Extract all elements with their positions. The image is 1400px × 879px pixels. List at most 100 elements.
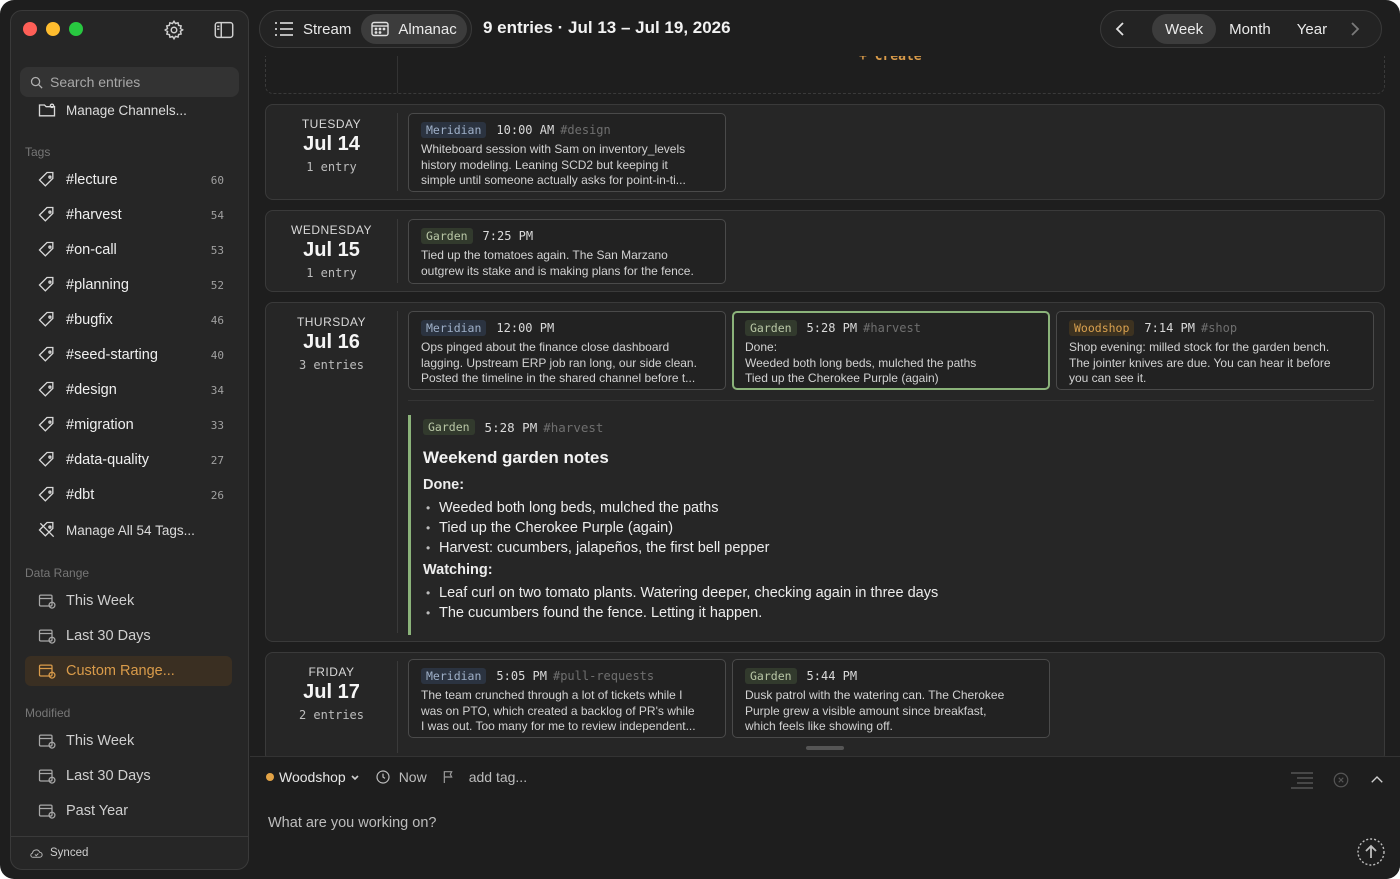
chevron-down-icon[interactable]	[349, 772, 361, 782]
entry-card-selected[interactable]: Garden 5:28 PM #harvest Done: Weeded both lo…	[732, 311, 1050, 390]
sidebar-item-tag[interactable]: #harvest 54	[25, 200, 234, 230]
channel-chip[interactable]: Garden	[421, 227, 473, 244]
entry-card[interactable]: Garden 5:44 PM Dusk patrol with the wateri…	[732, 659, 1050, 738]
channel-selector[interactable]: Woodshop	[279, 769, 346, 785]
channel-chip[interactable]: Meridian	[421, 121, 487, 138]
day-header: THURSDAY Jul 16 3 entries	[266, 303, 397, 372]
entry-tag[interactable]: #harvest	[863, 321, 921, 335]
manage-channels-label: Manage Channels...	[66, 102, 187, 118]
watching-list: Leaf curl on two tomato plants. Watering…	[423, 583, 1370, 623]
gear-icon[interactable]	[163, 19, 185, 41]
tab-year[interactable]: Year	[1284, 14, 1340, 44]
channel-chip[interactable]: Woodshop	[1069, 319, 1135, 336]
search-input[interactable]: Search entries	[20, 67, 239, 97]
entry-card[interactable]: Meridian 5:05 PM #pull-requests The team cr…	[408, 659, 726, 738]
day-divider	[397, 661, 398, 753]
expanded-entry: Garden 5:28 PM #harvest Weekend garden n…	[408, 415, 1370, 635]
tag-icon	[38, 486, 54, 502]
sidebar-item-tag[interactable]: #seed-starting 40	[25, 340, 234, 370]
minimize-window-button[interactable]	[46, 22, 60, 36]
day-header: TUESDAY Jul 14 1 entry	[266, 105, 397, 174]
time-selector[interactable]: Now	[399, 769, 427, 785]
sidebar-item-date-range[interactable]: Last 30 Days	[25, 621, 234, 651]
sidebar-item-tag[interactable]: #bugfix 46	[25, 305, 234, 335]
sidebar-item-date-range[interactable]: Custom Range...	[25, 656, 232, 686]
chevron-up-icon[interactable]	[1368, 771, 1386, 789]
sidebar-item-tag[interactable]: #dbt 26	[25, 480, 234, 510]
tag-label: #dbt	[66, 487, 95, 503]
entry-preview: Dusk patrol with the watering can. The C…	[745, 688, 1037, 735]
clear-icon[interactable]	[1332, 771, 1350, 789]
calendar-edit-icon	[38, 769, 56, 784]
tab-almanac[interactable]: Almanac	[361, 14, 467, 44]
tag-count: 46	[210, 313, 224, 327]
next-period-button[interactable]	[1340, 14, 1379, 44]
entry-tag[interactable]: #harvest	[543, 420, 603, 435]
create-button[interactable]: + Create	[859, 56, 922, 64]
entry-tag[interactable]: #pull-requests	[553, 669, 654, 683]
previous-period-button[interactable]	[1105, 14, 1144, 44]
entry-time: 10:00 AM	[496, 122, 555, 137]
tag-count: 33	[210, 418, 224, 432]
sidebar-item-tag[interactable]: #data-quality 27	[25, 445, 234, 475]
day-divider	[397, 311, 398, 633]
entry-tag[interactable]: #shop	[1201, 321, 1237, 335]
date-range-label: This Week	[66, 593, 135, 609]
manage-tags-item[interactable]: Manage All 54 Tags...	[25, 515, 234, 545]
sidebar-item-tag[interactable]: #lecture 60	[25, 165, 234, 195]
date-range-label: Last 30 Days	[66, 628, 151, 644]
tag-icon	[38, 381, 54, 397]
channel-chip[interactable]: Meridian	[421, 319, 487, 336]
toolbar: Stream Almanac 9 entries · Jul 13 – Jul …	[250, 0, 1400, 56]
sidebar-item-tag[interactable]: #design 34	[25, 375, 234, 405]
tab-stream-label: Stream	[303, 20, 352, 38]
sidebar-item-modified[interactable]: Past Year	[25, 796, 234, 826]
entry-tag[interactable]: #design	[560, 123, 611, 137]
tab-stream[interactable]: Stream	[264, 14, 361, 44]
tag-settings-icon	[38, 521, 55, 538]
entry-card[interactable]: Meridian 10:00 AM #design Whiteboard sessio…	[408, 113, 726, 192]
preview-line: Purple grew a visible amount since break…	[745, 703, 987, 718]
tab-week[interactable]: Week	[1152, 14, 1217, 44]
calendar-range-icon	[38, 629, 56, 644]
flag-icon[interactable]	[441, 769, 457, 785]
resize-handle[interactable]	[806, 746, 844, 750]
format-list-icon[interactable]	[1290, 771, 1314, 789]
sidebar-item-modified[interactable]: Last 30 Days	[25, 761, 234, 791]
entry-card[interactable]: Woodshop 7:14 PM #shop Shop evening: milled…	[1056, 311, 1374, 390]
channel-chip[interactable]: Meridian	[421, 667, 487, 684]
send-icon[interactable]	[1356, 837, 1386, 867]
period-switcher: Week Month Year	[1100, 10, 1382, 48]
entry-card[interactable]: Garden 7:25 PM Tied up the tomatoes again.…	[408, 219, 726, 284]
channel-chip[interactable]: Garden	[745, 667, 797, 684]
tag-label: #design	[66, 382, 117, 398]
day-header: WEDNESDAY Jul 15 1 entry	[266, 211, 397, 280]
page-title: 9 entries · Jul 13 – Jul 19, 2026	[483, 18, 731, 37]
tab-month[interactable]: Month	[1216, 14, 1284, 44]
close-window-button[interactable]	[23, 22, 37, 36]
calendar-icon	[38, 594, 56, 609]
sidebar-item-modified[interactable]: This Week	[25, 726, 234, 756]
entry-text-input[interactable]: What are you working on?	[268, 815, 436, 831]
sidebar-item-date-range[interactable]: This Week	[25, 586, 234, 616]
zoom-window-button[interactable]	[69, 22, 83, 36]
preview-line: Shop evening: milled stock for the garde…	[1069, 340, 1330, 354]
tag-label: #planning	[66, 277, 129, 293]
tag-count: 52	[210, 278, 224, 292]
sidebar-item-tag[interactable]: #on-call 53	[25, 235, 234, 265]
add-tag-input[interactable]: add tag...	[469, 769, 527, 785]
section-heading: Watching:	[423, 562, 493, 578]
manage-channels-item[interactable]: Manage Channels...	[25, 95, 234, 125]
channel-chip[interactable]: Garden	[423, 419, 475, 435]
sidebar-toggle-icon[interactable]	[213, 19, 235, 41]
entry-card[interactable]: Meridian 12:00 PM Ops pinged about the fin…	[408, 311, 726, 390]
tag-icon	[38, 311, 54, 327]
tag-count: 27	[210, 453, 224, 467]
sidebar-item-tag[interactable]: #planning 52	[25, 270, 234, 300]
cloud-check-icon	[30, 848, 43, 858]
entry-count: 3 entries	[298, 358, 365, 372]
channel-chip[interactable]: Garden	[745, 319, 797, 336]
preview-line: Ops pinged about the finance close dashb…	[421, 340, 670, 354]
day-name: FRIDAY	[308, 665, 355, 679]
sidebar-item-tag[interactable]: #migration 33	[25, 410, 234, 440]
